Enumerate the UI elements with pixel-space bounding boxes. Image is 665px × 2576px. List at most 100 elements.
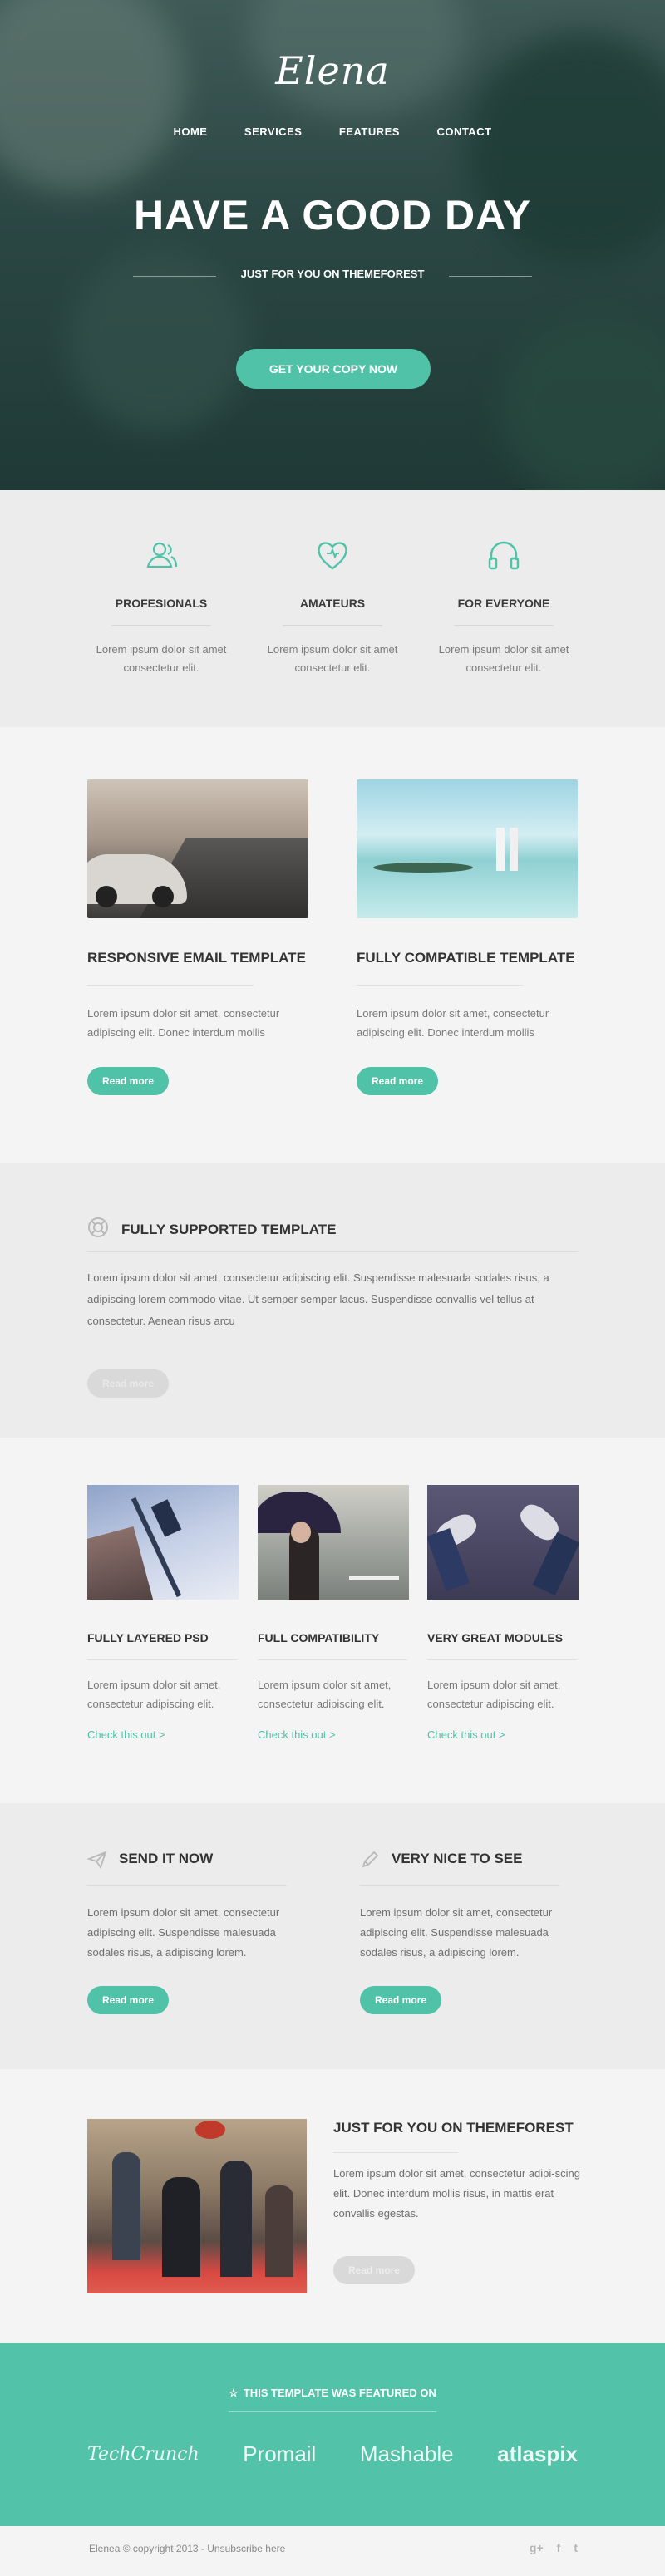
module-text: Lorem ipsum dolor sit amet, consectetur … <box>87 1679 221 1710</box>
read-more-button-disabled[interactable]: Read more <box>87 1369 169 1398</box>
nice-column: VERY NICE TO SEE Lorem ipsum dolor sit a… <box>360 1851 568 2014</box>
module-compatibility: FULL COMPATIBILITY Lorem ipsum dolor sit… <box>258 1485 409 1741</box>
read-more-button-disabled[interactable]: Read more <box>333 2256 415 2284</box>
divider <box>258 1659 407 1660</box>
featured-title-text: THIS TEMPLATE WAS FEATURED ON <box>243 2387 436 2399</box>
divider <box>87 985 254 986</box>
divider <box>357 985 523 986</box>
hero-title: HAVE A GOOD DAY <box>133 192 532 238</box>
footer-copyright[interactable]: Elenea © copyright 2013 - Unsubscribe he… <box>89 2543 285 2554</box>
module-layered: FULLY LAYERED PSD Lorem ipsum dolor sit … <box>87 1485 239 1741</box>
feature-text: Lorem ipsum dolor sit amet consectetur e… <box>96 643 227 674</box>
traffic-light-image <box>87 1485 239 1600</box>
check-link[interactable]: Check this out > <box>258 1728 409 1741</box>
module-text: Lorem ipsum dolor sit amet, consectetur … <box>258 1679 392 1710</box>
hero-subtitle: JUST FOR YOU ON THEMEFOREST <box>240 268 425 280</box>
feature-amateurs: AMATEURS Lorem ipsum dolor sit amet cons… <box>258 537 407 677</box>
umbrella-girl-image <box>258 1485 409 1600</box>
support-section: FULLY SUPPORTED TEMPLATE Lorem ipsum dol… <box>0 1163 665 1438</box>
brand-atlaspix[interactable]: atlaspix <box>497 2441 578 2467</box>
feature-title: AMATEURS <box>299 597 366 610</box>
brand-promail[interactable]: Promail <box>243 2441 316 2467</box>
star-icon: ☆ <box>229 2387 239 2399</box>
nav-contact[interactable]: CONTACT <box>436 125 491 138</box>
lifebuoy-icon <box>88 1217 108 1237</box>
just-for-you-text: Lorem ipsum dolor sit amet, consectetur … <box>333 2167 580 2220</box>
nav-home[interactable]: HOME <box>173 125 207 138</box>
card-text: Lorem ipsum dolor sit amet, consectetur … <box>357 1007 549 1039</box>
heart-icon <box>318 542 347 570</box>
hero-section: Elena HOME SERVICES FEATURES CONTACT HAV… <box>0 0 665 490</box>
divider <box>111 625 211 626</box>
check-link[interactable]: Check this out > <box>427 1728 579 1741</box>
feature-title: PROFESIONALS <box>115 597 208 610</box>
card-responsive: RESPONSIVE EMAIL TEMPLATE Lorem ipsum do… <box>87 779 308 1095</box>
paper-plane-icon <box>87 1851 107 1869</box>
card-text: Lorem ipsum dolor sit amet, consectetur … <box>87 1007 280 1039</box>
divider <box>427 1659 577 1660</box>
divider <box>449 276 532 277</box>
twitter-icon[interactable]: t <box>574 2541 578 2554</box>
read-more-button[interactable]: Read more <box>357 1067 438 1095</box>
read-more-button[interactable]: Read more <box>360 1986 441 2014</box>
sneakers-image <box>427 1485 579 1600</box>
facebook-icon[interactable]: f <box>557 2541 561 2554</box>
divider <box>229 2411 436 2412</box>
divider <box>87 1659 237 1660</box>
street-crowd-image <box>87 2119 307 2293</box>
module-title: FULLY LAYERED PSD <box>87 1631 209 1644</box>
send-title-text: SEND IT NOW <box>119 1851 214 1866</box>
card-title: RESPONSIVE EMAIL TEMPLATE <box>87 950 306 966</box>
divider <box>87 1885 287 1886</box>
module-title: FULL COMPATIBILITY <box>258 1631 380 1644</box>
nav-services[interactable]: SERVICES <box>244 125 303 138</box>
feature-text: Lorem ipsum dolor sit amet consectetur e… <box>438 643 569 674</box>
nav-features[interactable]: FEATURES <box>339 125 400 138</box>
brand-logos: TechCrunch Promail Mashable atlaspix <box>87 2441 578 2467</box>
just-for-you-section: JUST FOR YOU ON THEMEFOREST Lorem ipsum … <box>0 2069 665 2343</box>
hero-subtitle-row: JUST FOR YOU ON THEMEFOREST <box>133 268 532 284</box>
divider <box>333 2152 458 2153</box>
send-text: Lorem ipsum dolor sit amet, consectetur … <box>87 1906 280 1959</box>
card-title: FULLY COMPATIBLE TEMPLATE <box>357 950 575 966</box>
beach-couple-image <box>357 779 578 918</box>
nice-text: Lorem ipsum dolor sit amet, consectetur … <box>360 1906 553 1959</box>
brand-techcrunch[interactable]: TechCrunch <box>87 2444 200 2465</box>
module-title: VERY GREAT MODULES <box>427 1631 564 1644</box>
featured-title: ☆ THIS TEMPLATE WAS FEATURED ON <box>0 2387 665 2400</box>
feature-title: FOR EVERYONE <box>457 597 550 610</box>
read-more-button[interactable]: Read more <box>87 1986 169 2014</box>
footer: Elenea © copyright 2013 - Unsubscribe he… <box>0 2526 665 2576</box>
support-text: Lorem ipsum dolor sit amet, consectetur … <box>87 1271 549 1327</box>
features-section: PROFESIONALS Lorem ipsum dolor sit amet … <box>0 490 665 727</box>
three-column-section: FULLY LAYERED PSD Lorem ipsum dolor sit … <box>0 1438 665 1803</box>
main-nav: HOME SERVICES FEATURES CONTACT <box>0 125 665 140</box>
module-text: Lorem ipsum dolor sit amet, consectetur … <box>427 1679 561 1710</box>
featured-on-section: ☆ THIS TEMPLATE WAS FEATURED ON TechCrunc… <box>0 2343 665 2526</box>
just-for-you-title: JUST FOR YOU ON THEMEFOREST <box>333 2120 574 2136</box>
nice-title: VERY NICE TO SEE <box>360 1851 568 1869</box>
divider <box>87 1251 578 1252</box>
social-links: g+ f t <box>530 2541 578 2554</box>
two-column-section: RESPONSIVE EMAIL TEMPLATE Lorem ipsum do… <box>0 727 665 1163</box>
divider <box>283 625 382 626</box>
support-title: FULLY SUPPORTED TEMPLATE <box>121 1222 337 1237</box>
car-image <box>87 779 308 918</box>
send-section: SEND IT NOW Lorem ipsum dolor sit amet, … <box>0 1803 665 2069</box>
check-link[interactable]: Check this out > <box>87 1728 239 1741</box>
brand-mashable[interactable]: Mashable <box>360 2441 454 2467</box>
pencil-icon <box>362 1851 379 1868</box>
module-great: VERY GREAT MODULES Lorem ipsum dolor sit… <box>427 1485 579 1741</box>
read-more-button[interactable]: Read more <box>87 1067 169 1095</box>
get-copy-button[interactable]: GET YOUR COPY NOW <box>236 349 431 389</box>
logo[interactable]: Elena <box>0 48 665 93</box>
card-compatible: FULLY COMPATIBLE TEMPLATE Lorem ipsum do… <box>357 779 578 1095</box>
google-plus-icon[interactable]: g+ <box>530 2541 544 2554</box>
divider <box>360 1885 559 1886</box>
headphones-icon <box>488 541 520 570</box>
feature-text: Lorem ipsum dolor sit amet consectetur e… <box>267 643 398 674</box>
users-icon <box>146 542 178 568</box>
feature-everyone: FOR EVERYONE Lorem ipsum dolor sit amet … <box>429 537 579 677</box>
send-column: SEND IT NOW Lorem ipsum dolor sit amet, … <box>87 1851 295 2014</box>
feature-professionals: PROFESIONALS Lorem ipsum dolor sit amet … <box>86 537 236 677</box>
